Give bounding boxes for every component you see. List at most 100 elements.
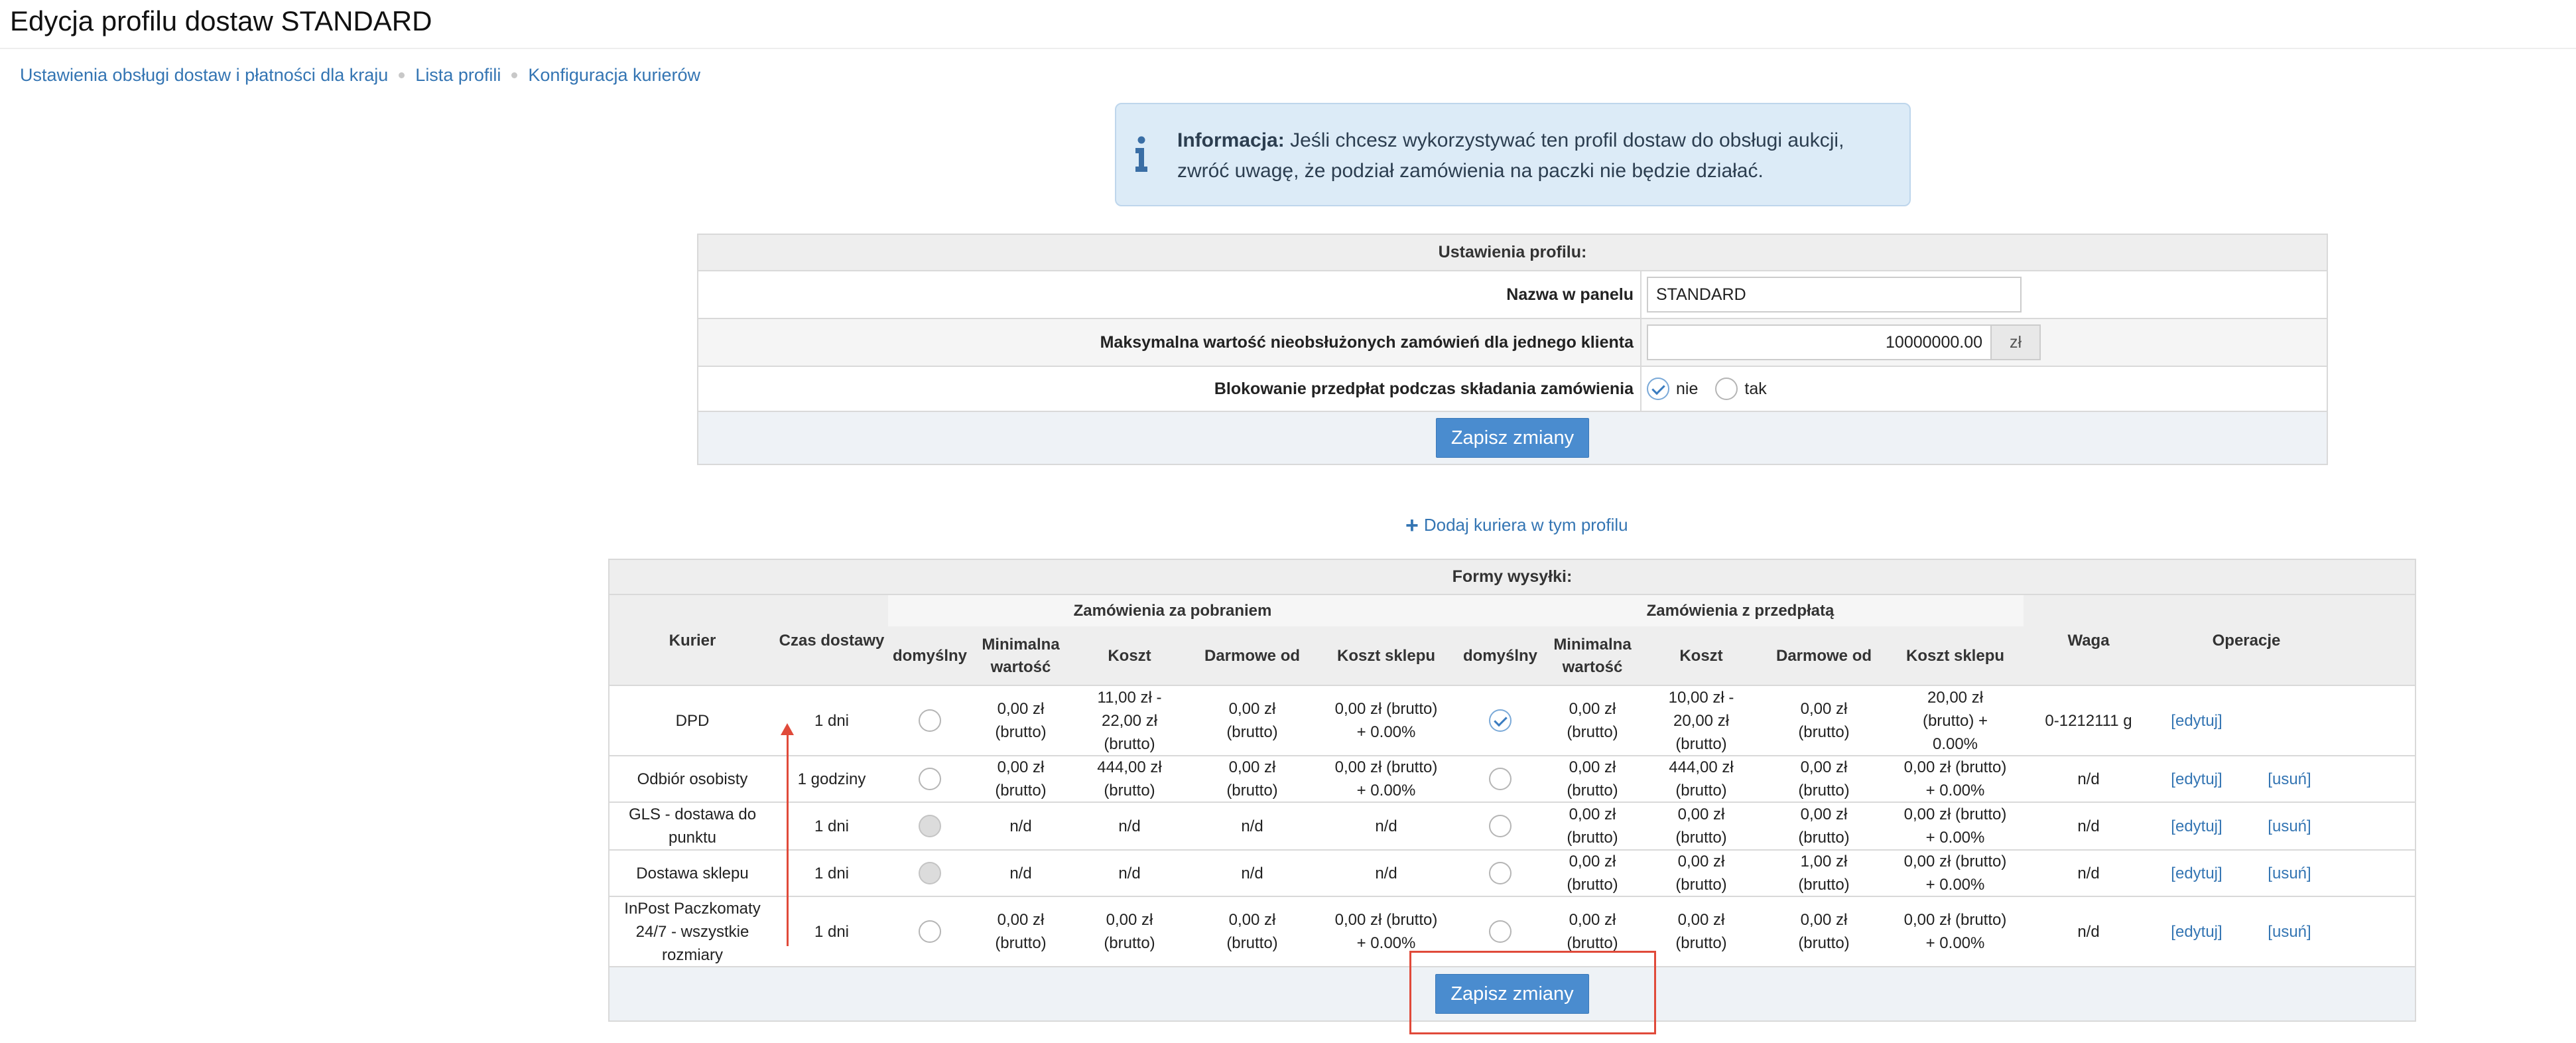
- pre-shop-cost: 0,00 zł (brutto) + 0.00%: [1903, 805, 2007, 847]
- radio-tak-label: tak: [1744, 379, 1767, 398]
- edit-link[interactable]: [edytuj]: [2171, 920, 2222, 943]
- pre-min-value: 0,00 zł (brutto): [1567, 758, 1618, 800]
- save-profile-button[interactable]: Zapisz zmiany: [1435, 418, 1590, 458]
- col-header-pre-free: Darmowe od: [1775, 647, 1872, 665]
- cod-default-radio[interactable]: [919, 768, 941, 790]
- pre-min-value: 0,00 zł (brutto): [1567, 853, 1618, 894]
- pre-min-value: 0,00 zł (brutto): [1567, 805, 1618, 847]
- weight-range: 0-1212111 g: [2045, 711, 2132, 730]
- delete-cell: [usuń]: [2240, 803, 2339, 849]
- cod-default-cell: [888, 897, 972, 966]
- pre-default-cell: [1457, 686, 1543, 755]
- cod-default-radio[interactable]: [919, 709, 941, 732]
- delivery-time: 1 dni: [814, 864, 850, 882]
- cod-shop-cost: 0,00 zł (brutto) + 0.00%: [1334, 758, 1438, 800]
- shipping-table-body: DPD 1 dni 0,00 zł (brutto) 11,00 zł - 22,00…: [610, 686, 2415, 967]
- pre-shop-cost: 0,00 zł (brutto) + 0.00%: [1903, 758, 2007, 800]
- edit-link[interactable]: [edytuj]: [2171, 768, 2222, 791]
- courier-name: DPD: [675, 711, 710, 730]
- cod-default-radio[interactable]: [919, 920, 941, 943]
- cod-default-radio: [919, 815, 941, 837]
- info-label: Informacja:: [1177, 129, 1285, 151]
- pre-default-radio[interactable]: [1489, 862, 1512, 884]
- pre-free-from: 1,00 zł (brutto): [1798, 853, 1850, 894]
- info-icon: [1135, 136, 1147, 172]
- profile-name-label: Nazwa w panelu: [698, 271, 1642, 318]
- pre-default-radio[interactable]: [1489, 768, 1512, 790]
- courier-name: Dostawa sklepu: [636, 864, 749, 882]
- col-header-courier: Kurier: [669, 631, 716, 650]
- delete-link[interactable]: [usuń]: [2268, 815, 2311, 838]
- col-header-cod-free: Darmowe od: [1204, 647, 1301, 665]
- delivery-time: 1 godziny: [797, 770, 866, 788]
- block-prepayment-label: Blokowanie przedpłat podczas składania z…: [698, 367, 1642, 411]
- cod-free-from: 0,00 zł (brutto): [1226, 758, 1278, 800]
- shipping-row: DPD 1 dni 0,00 zł (brutto) 11,00 zł - 22,00…: [610, 686, 2415, 756]
- group-header-cod: Zamówienia za pobraniem: [1073, 601, 1272, 620]
- profile-settings-panel: Ustawienia profilu: Nazwa w panelu STAND…: [697, 234, 2328, 465]
- annotation-highlight-box: [1409, 951, 1656, 1034]
- cod-min-value: 0,00 zł (brutto): [995, 911, 1047, 952]
- edit-cell: [edytuj]: [2154, 851, 2240, 896]
- col-header-pre-min: Minimalna wartość: [1553, 636, 1632, 676]
- edit-link[interactable]: [edytuj]: [2171, 815, 2222, 838]
- profile-settings-footer: Zapisz zmiany: [698, 412, 2327, 464]
- cod-default-radio: [919, 862, 941, 884]
- pre-free-from: 0,00 zł (brutto): [1798, 700, 1850, 741]
- col-header-cod-default: domyślny: [892, 647, 968, 665]
- info-message: Informacja: Jeśli chcesz wykorzystywać t…: [1177, 125, 1894, 186]
- delete-link[interactable]: [usuń]: [2268, 768, 2311, 791]
- block-prepayment-row: Blokowanie przedpłat podczas składania z…: [698, 367, 2327, 412]
- breadcrumb-link-country-settings[interactable]: Ustawienia obsługi dostaw i płatności dl…: [20, 65, 388, 86]
- add-courier-link[interactable]: + Dodaj kuriera w tym profilu: [1405, 512, 1628, 538]
- profile-settings-header: Ustawienia profilu:: [698, 235, 2327, 271]
- pre-default-radio[interactable]: [1489, 920, 1512, 943]
- shipping-row: GLS - dostawa do punktu 1 dni n/d n/d n/d n/d…: [610, 803, 2415, 851]
- radio-tak[interactable]: [1715, 378, 1738, 400]
- weight-range: n/d: [2077, 864, 2100, 882]
- currency-addon: zł: [1992, 324, 2041, 360]
- shipping-row: Dostawa sklepu 1 dni n/d n/d n/d n/d 0,00 zł (…: [610, 851, 2415, 897]
- cod-free-from: n/d: [1241, 817, 1263, 835]
- col-header-pre-cost: Koszt: [1679, 647, 1723, 665]
- pre-free-from: 0,00 zł (brutto): [1798, 911, 1850, 952]
- max-value-row: Maksymalna wartość nieobsłużonych zamówi…: [698, 319, 2327, 367]
- cod-cost: n/d: [1118, 864, 1141, 882]
- max-value-input[interactable]: 10000000.00: [1647, 324, 1992, 360]
- pre-cost: 0,00 zł (brutto): [1675, 853, 1727, 894]
- pre-cost: 444,00 zł (brutto): [1669, 758, 1734, 800]
- delete-link[interactable]: [usuń]: [2268, 920, 2311, 943]
- col-header-pre-shop: Koszt sklepu: [1905, 647, 2005, 665]
- profile-name-row: Nazwa w panelu STANDARD: [698, 271, 2327, 319]
- breadcrumb-separator: [399, 72, 405, 78]
- delete-link[interactable]: [usuń]: [2268, 862, 2311, 885]
- add-courier-label: Dodaj kuriera w tym profilu: [1423, 515, 1628, 535]
- profile-name-input[interactable]: STANDARD: [1647, 277, 2022, 313]
- cod-cost: 11,00 zł - 22,00 zł (brutto): [1097, 688, 1162, 753]
- pre-cost: 0,00 zł (brutto): [1675, 805, 1727, 847]
- max-value-label: Maksymalna wartość nieobsłużonych zamówi…: [698, 319, 1642, 366]
- cod-shop-cost: n/d: [1375, 864, 1397, 882]
- radio-nie[interactable]: [1647, 378, 1669, 400]
- edit-cell: [edytuj]: [2154, 897, 2240, 966]
- col-header-ops: Operacje: [2212, 631, 2281, 650]
- col-header-weight: Waga: [2067, 631, 2110, 650]
- cod-cost: 444,00 zł (brutto): [1097, 758, 1162, 800]
- breadcrumb-link-courier-config[interactable]: Konfiguracja kurierów: [528, 65, 700, 86]
- pre-shop-cost: 0,00 zł (brutto) + 0.00%: [1903, 911, 2007, 952]
- cod-cost: n/d: [1118, 817, 1141, 835]
- breadcrumb-link-profile-list[interactable]: Lista profili: [415, 65, 501, 86]
- pre-shop-cost: 0,00 zł (brutto) + 0.00%: [1903, 853, 2007, 894]
- pre-free-from: 0,00 zł (brutto): [1798, 805, 1850, 847]
- edit-cell: [edytuj]: [2154, 756, 2240, 801]
- edit-link[interactable]: [edytuj]: [2171, 862, 2222, 885]
- edit-cell: [edytuj]: [2154, 803, 2240, 849]
- edit-link[interactable]: [edytuj]: [2171, 709, 2222, 732]
- plus-icon: +: [1405, 512, 1419, 538]
- delete-cell: [usuń]: [2240, 756, 2339, 801]
- pre-min-value: 0,00 zł (brutto): [1567, 700, 1618, 741]
- pre-default-radio[interactable]: [1489, 709, 1512, 732]
- pre-default-radio[interactable]: [1489, 815, 1512, 837]
- pre-default-cell: [1457, 851, 1543, 896]
- courier-name: Odbiór osobisty: [637, 770, 748, 788]
